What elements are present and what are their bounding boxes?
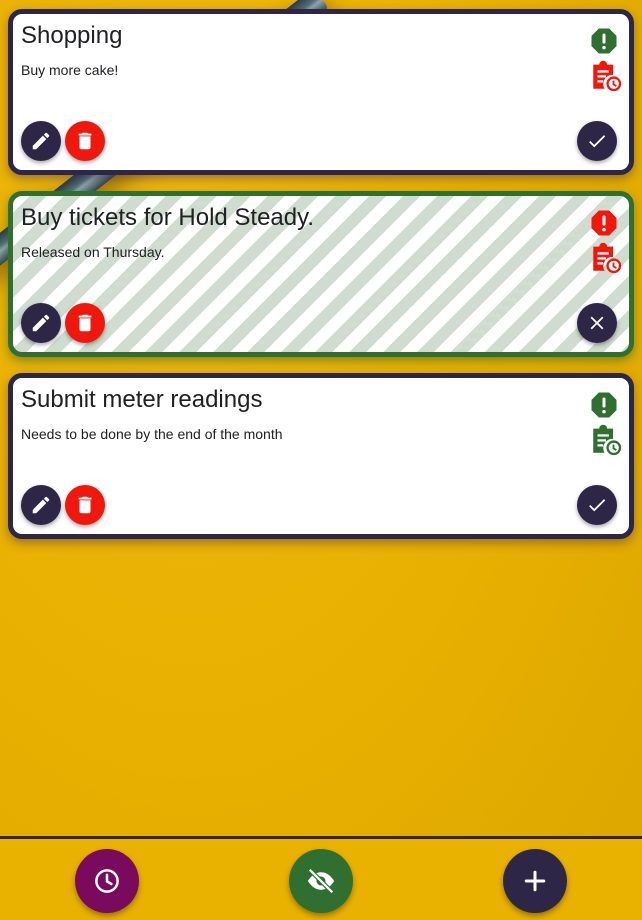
task-description: Released on Thursday. — [21, 244, 165, 260]
check-icon — [589, 499, 606, 512]
uncomplete-button[interactable] — [577, 303, 617, 343]
task-title: Buy tickets for Hold Steady. — [21, 204, 315, 231]
pencil-icon — [32, 132, 50, 150]
pencil-icon — [32, 314, 50, 332]
bottom-app-bar — [0, 836, 642, 920]
task-card-hold-steady[interactable]: Buy tickets for Hold Steady. Released on… — [8, 191, 634, 357]
complete-button[interactable] — [577, 485, 617, 525]
task-description: Needs to be done by the end of the month — [21, 426, 283, 442]
clipboard-clock-icon[interactable] — [589, 59, 623, 93]
clipboard-clock-icon[interactable] — [589, 241, 623, 275]
delete-button[interactable] — [65, 303, 105, 343]
edit-button[interactable] — [21, 303, 61, 343]
complete-button[interactable] — [577, 121, 617, 161]
pencil-icon — [32, 496, 50, 514]
add-task-button[interactable] — [503, 849, 567, 913]
alert-octagon-icon[interactable] — [589, 208, 619, 238]
delete-button[interactable] — [65, 485, 105, 525]
plus-icon — [524, 870, 546, 892]
alert-octagon-icon[interactable] — [589, 390, 619, 420]
schedule-button[interactable] — [75, 849, 139, 913]
task-card-meter-readings[interactable]: Submit meter readings Needs to be done b… — [8, 373, 634, 539]
edit-button[interactable] — [21, 485, 61, 525]
trash-icon — [78, 314, 92, 332]
close-icon — [590, 316, 604, 330]
clock-icon — [95, 869, 119, 893]
trash-icon — [78, 132, 92, 150]
edit-button[interactable] — [21, 121, 61, 161]
eye-off-icon — [307, 868, 335, 894]
alert-octagon-icon[interactable] — [589, 26, 619, 56]
task-title: Shopping — [21, 22, 123, 49]
task-card-shopping[interactable]: Shopping Buy more cake! — [8, 9, 634, 175]
task-title: Submit meter readings — [21, 386, 263, 413]
check-icon — [589, 135, 606, 148]
trash-icon — [78, 496, 92, 514]
toggle-visibility-button[interactable] — [289, 849, 353, 913]
clipboard-clock-icon[interactable] — [589, 423, 623, 457]
delete-button[interactable] — [65, 121, 105, 161]
task-description: Buy more cake! — [21, 62, 119, 78]
